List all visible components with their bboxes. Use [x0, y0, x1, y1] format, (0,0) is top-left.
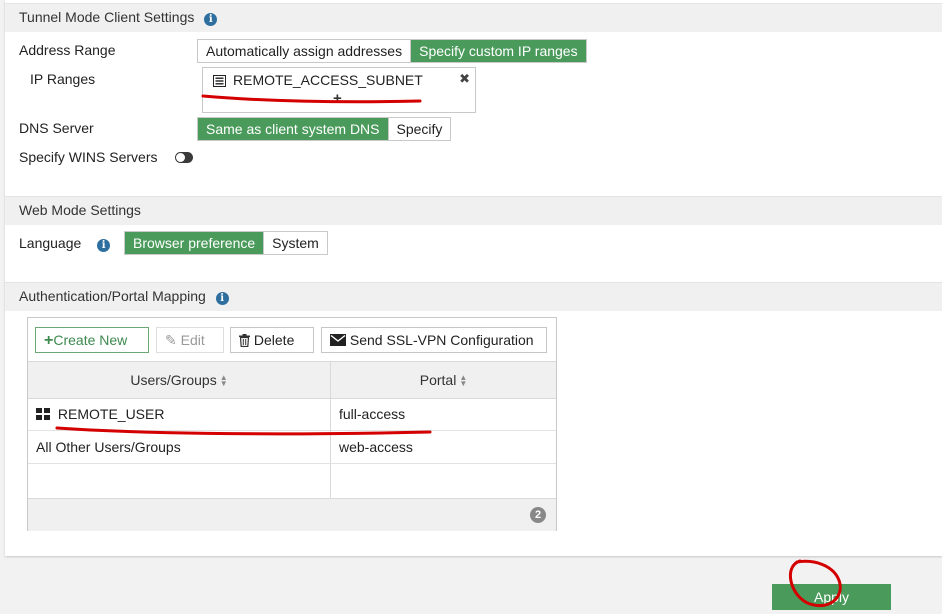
web-mode-title: Web Mode Settings [19, 202, 141, 218]
table-row[interactable]: All Other Users/Groups web-access [28, 431, 556, 464]
tunnel-mode-header: Tunnel Mode Client Settings i [5, 3, 942, 32]
custom-ip-ranges-option[interactable]: Specify custom IP ranges [410, 40, 586, 62]
table-header: Users/Groups ▲ ▼ Portal ▲ ▼ [28, 361, 556, 399]
table-footer: 2 [28, 498, 556, 531]
wins-servers-toggle[interactable] [175, 152, 193, 163]
system-language-option[interactable]: System [263, 232, 327, 254]
info-icon[interactable]: i [204, 13, 218, 26]
delete-button[interactable]: Delete [230, 327, 314, 353]
language-label-text: Language [19, 235, 82, 251]
address-object-icon [213, 74, 226, 90]
auth-mapping-header: Authentication/Portal Mapping i [5, 282, 942, 311]
auto-assign-option[interactable]: Automatically assign addresses [198, 40, 411, 62]
language-label: Language i [19, 235, 111, 252]
specify-dns-option[interactable]: Specify [387, 118, 451, 140]
sort-icon: ▲ ▼ [219, 373, 228, 389]
auth-mapping-table: +Create New ✎ Edit Delete Send SSL-VPN C… [27, 317, 557, 531]
users-groups-column[interactable]: Users/Groups ▲ ▼ [28, 362, 330, 398]
add-entry-icon[interactable]: + [333, 90, 342, 107]
row-user: All Other Users/Groups [36, 439, 181, 455]
web-mode-header: Web Mode Settings [5, 196, 942, 225]
address-range-label: Address Range [19, 42, 116, 58]
wins-servers-label: Specify WINS Servers [19, 149, 158, 165]
row-user: REMOTE_USER [57, 406, 165, 422]
row-count-badge: 2 [530, 507, 546, 523]
apply-button[interactable]: Apply [772, 584, 891, 610]
ip-ranges-label: IP Ranges [30, 71, 96, 87]
sort-icon: ▲ ▼ [459, 373, 468, 389]
send-ssl-vpn-config-button[interactable]: Send SSL-VPN Configuration [321, 327, 547, 353]
trash-icon [239, 330, 250, 354]
portal-column[interactable]: Portal ▲ ▼ [331, 362, 556, 398]
auth-mapping-title: Authentication/Portal Mapping [19, 288, 206, 304]
pencil-icon: ✎ [165, 332, 177, 348]
settings-panel: Tunnel Mode Client Settings i Address Ra… [5, 0, 942, 556]
address-range-selector: Automatically assign addresses Specify c… [197, 39, 587, 63]
info-icon[interactable]: i [97, 239, 111, 252]
same-as-client-dns-option[interactable]: Same as client system DNS [198, 118, 388, 140]
remove-entry-icon[interactable]: ✖ [459, 71, 470, 87]
user-group-icon [36, 399, 50, 431]
tunnel-mode-title: Tunnel Mode Client Settings [19, 9, 195, 25]
create-new-button[interactable]: +Create New [35, 327, 149, 353]
row-portal: web-access [339, 439, 413, 455]
plus-icon: + [44, 332, 54, 349]
ip-range-entry: REMOTE_ACCESS_SUBNET [233, 72, 423, 88]
language-selector: Browser preference System [124, 231, 328, 255]
row-portal: full-access [339, 406, 406, 422]
envelope-icon [330, 329, 346, 353]
dns-server-selector: Same as client system DNS Specify [197, 117, 452, 141]
info-icon[interactable]: i [215, 292, 229, 305]
table-row[interactable]: REMOTE_USER full-access [28, 398, 556, 431]
ip-ranges-field[interactable]: REMOTE_ACCESS_SUBNET ✖ + [202, 67, 476, 113]
browser-preference-option[interactable]: Browser preference [125, 232, 264, 254]
dns-server-label: DNS Server [19, 120, 94, 136]
edit-button[interactable]: ✎ Edit [156, 327, 224, 353]
